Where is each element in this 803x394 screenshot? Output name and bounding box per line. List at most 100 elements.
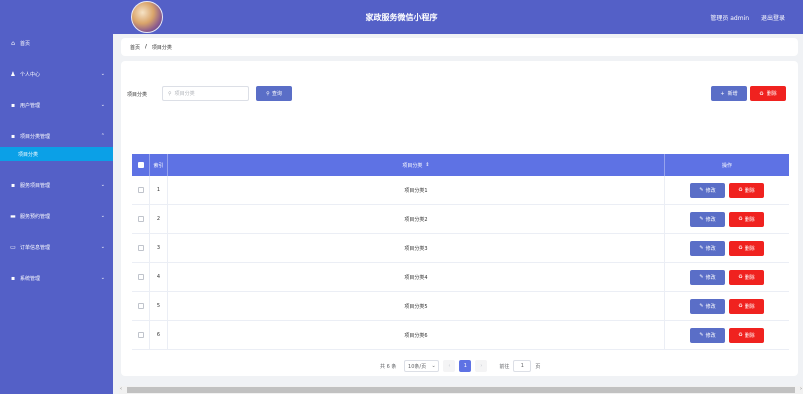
logout-link[interactable]: 退出登录 bbox=[761, 15, 785, 22]
chevron-left-icon: ‹ bbox=[448, 363, 451, 369]
edit-button-label: 修改 bbox=[705, 216, 716, 223]
row-delete-button[interactable]: ♻ 删除 bbox=[729, 298, 764, 314]
row-index: 1 bbox=[150, 175, 168, 205]
edit-icon: ✎ bbox=[699, 216, 704, 222]
total-count: 共 6 条 bbox=[380, 363, 397, 370]
scrollbar-thumb[interactable] bbox=[127, 387, 795, 393]
horizontal-scrollbar[interactable]: ‹ › bbox=[119, 386, 803, 394]
row-delete-button[interactable]: ♻ 删除 bbox=[729, 327, 764, 343]
page-number[interactable]: 1 bbox=[459, 360, 472, 372]
main-content: 首页 / 项目分类 项目分类 ⚲ 项目分类 ⚲ 查询 + 新增 ♻ 删除 索引 … bbox=[113, 34, 803, 394]
delete-button-label: 删除 bbox=[766, 91, 777, 97]
row-category: 项目分类5 bbox=[168, 291, 665, 321]
row-delete-button[interactable]: ♻ 删除 bbox=[729, 240, 764, 256]
sidebar-item-profile[interactable]: ♟ 个人中心 ⌄ bbox=[0, 69, 113, 79]
add-button[interactable]: + 新增 bbox=[711, 86, 747, 101]
select-all-checkbox[interactable] bbox=[132, 154, 150, 176]
category-search-input[interactable]: ⚲ 项目分类 bbox=[162, 86, 249, 101]
prev-page-button[interactable]: ‹ bbox=[443, 360, 456, 372]
edit-button-label: 修改 bbox=[705, 187, 716, 194]
edit-icon: ✎ bbox=[699, 332, 704, 338]
row-checkbox[interactable] bbox=[132, 262, 150, 292]
row-checkbox[interactable] bbox=[132, 291, 150, 321]
row-category: 项目分类3 bbox=[168, 233, 665, 263]
edit-button[interactable]: ✎ 修改 bbox=[690, 298, 725, 314]
search-placeholder: 项目分类 bbox=[174, 91, 195, 97]
breadcrumb-home[interactable]: 首页 bbox=[130, 44, 140, 51]
sidebar-item-system[interactable]: ▪ 系统管理 ⌄ bbox=[0, 273, 113, 283]
chevron-down-icon: ⌄ bbox=[100, 275, 105, 281]
sidebar-item-users[interactable]: ▪ 用户管理 ⌄ bbox=[0, 100, 113, 110]
row-category: 项目分类1 bbox=[168, 175, 665, 205]
edit-button[interactable]: ✎ 修改 bbox=[690, 240, 725, 256]
edit-button[interactable]: ✎ 修改 bbox=[690, 182, 725, 198]
scroll-right-icon[interactable]: › bbox=[800, 386, 802, 392]
chevron-down-icon: ⌄ bbox=[431, 363, 436, 369]
edit-button-label: 修改 bbox=[705, 303, 716, 310]
edit-button-label: 修改 bbox=[705, 332, 716, 339]
column-ops: 操作 bbox=[721, 162, 732, 169]
page-size-value: 10条/页 bbox=[408, 363, 427, 370]
chevron-down-icon: ⌄ bbox=[100, 182, 105, 188]
grid-icon: ▪ bbox=[10, 274, 16, 282]
sidebar-item-appointments[interactable]: ▬ 服务预约管理 ⌄ bbox=[0, 211, 113, 221]
table-header: 索引 项目分类 ⇕ 操作 bbox=[132, 154, 789, 176]
query-button[interactable]: ⚲ 查询 bbox=[256, 86, 292, 101]
card-icon: ▬ bbox=[10, 212, 16, 220]
trash-icon: ♻ bbox=[759, 90, 764, 97]
trash-icon: ♻ bbox=[738, 216, 743, 222]
row-index: 5 bbox=[150, 291, 168, 321]
row-index: 3 bbox=[150, 233, 168, 263]
edit-icon: ✎ bbox=[699, 274, 704, 280]
sidebar-item-label: 项目分类管理 bbox=[20, 133, 51, 140]
row-delete-button-label: 删除 bbox=[744, 187, 755, 194]
chevron-down-icon: ⌄ bbox=[100, 102, 105, 108]
sidebar-item-category-mgmt[interactable]: ▪ 项目分类管理 ⌃ bbox=[0, 131, 113, 141]
edit-button[interactable]: ✎ 修改 bbox=[690, 269, 725, 285]
sort-icon[interactable]: ⇕ bbox=[425, 162, 429, 168]
row-checkbox[interactable] bbox=[132, 204, 150, 234]
sidebar-item-home[interactable]: ⌂ 首页 bbox=[0, 38, 113, 48]
sidebar-item-service-items[interactable]: ▪ 服务项目管理 ⌄ bbox=[0, 180, 113, 190]
goto-label: 前往 bbox=[499, 363, 510, 370]
next-page-button[interactable]: › bbox=[475, 360, 488, 372]
page-size-select[interactable]: 10条/页 ⌄ bbox=[404, 360, 440, 372]
row-delete-button-label: 删除 bbox=[744, 216, 755, 223]
row-checkbox[interactable] bbox=[132, 233, 150, 263]
sidebar-subitem-category[interactable]: 项目分类 bbox=[0, 147, 113, 161]
inbox-icon: ▭ bbox=[10, 243, 16, 251]
sidebar-item-orders[interactable]: ▭ 订单信息管理 ⌄ bbox=[0, 242, 113, 252]
trash-icon: ♻ bbox=[738, 303, 743, 309]
row-category: 项目分类4 bbox=[168, 262, 665, 292]
row-delete-button[interactable]: ♻ 删除 bbox=[729, 211, 764, 227]
plus-icon: + bbox=[720, 90, 725, 97]
admin-user-label: 管理员 admin bbox=[710, 15, 750, 22]
row-checkbox[interactable] bbox=[132, 175, 150, 205]
sidebar-item-label: 订单信息管理 bbox=[20, 244, 51, 251]
table-row: 3 项目分类3 ✎ 修改 ♻ 删除 bbox=[132, 233, 789, 263]
user-icon: ♟ bbox=[10, 70, 16, 78]
sidebar-item-label: 服务项目管理 bbox=[20, 182, 51, 189]
delete-button[interactable]: ♻ 删除 bbox=[750, 86, 786, 101]
row-delete-button-label: 删除 bbox=[744, 274, 755, 281]
chevron-down-icon: ⌄ bbox=[100, 71, 105, 77]
add-button-label: 新增 bbox=[727, 91, 738, 97]
row-delete-button-label: 删除 bbox=[744, 332, 755, 339]
edit-button[interactable]: ✎ 修改 bbox=[690, 327, 725, 343]
row-delete-button[interactable]: ♻ 删除 bbox=[729, 269, 764, 285]
grid-icon: ▪ bbox=[10, 101, 16, 109]
page-word: 页 bbox=[535, 363, 541, 370]
edit-button-label: 修改 bbox=[705, 274, 716, 281]
row-delete-button[interactable]: ♻ 删除 bbox=[729, 182, 764, 198]
goto-page-input[interactable]: 1 bbox=[513, 360, 532, 372]
column-category-label: 项目分类 bbox=[402, 162, 423, 169]
edit-button[interactable]: ✎ 修改 bbox=[690, 211, 725, 227]
chevron-down-icon: ⌄ bbox=[100, 213, 105, 219]
scroll-left-icon[interactable]: ‹ bbox=[120, 386, 122, 392]
trash-icon: ♻ bbox=[738, 245, 743, 251]
row-delete-button-label: 删除 bbox=[744, 245, 755, 252]
sidebar-item-label: 个人中心 bbox=[20, 71, 41, 78]
row-index: 2 bbox=[150, 204, 168, 234]
column-category[interactable]: 项目分类 ⇕ bbox=[168, 154, 665, 176]
row-checkbox[interactable] bbox=[132, 320, 150, 350]
